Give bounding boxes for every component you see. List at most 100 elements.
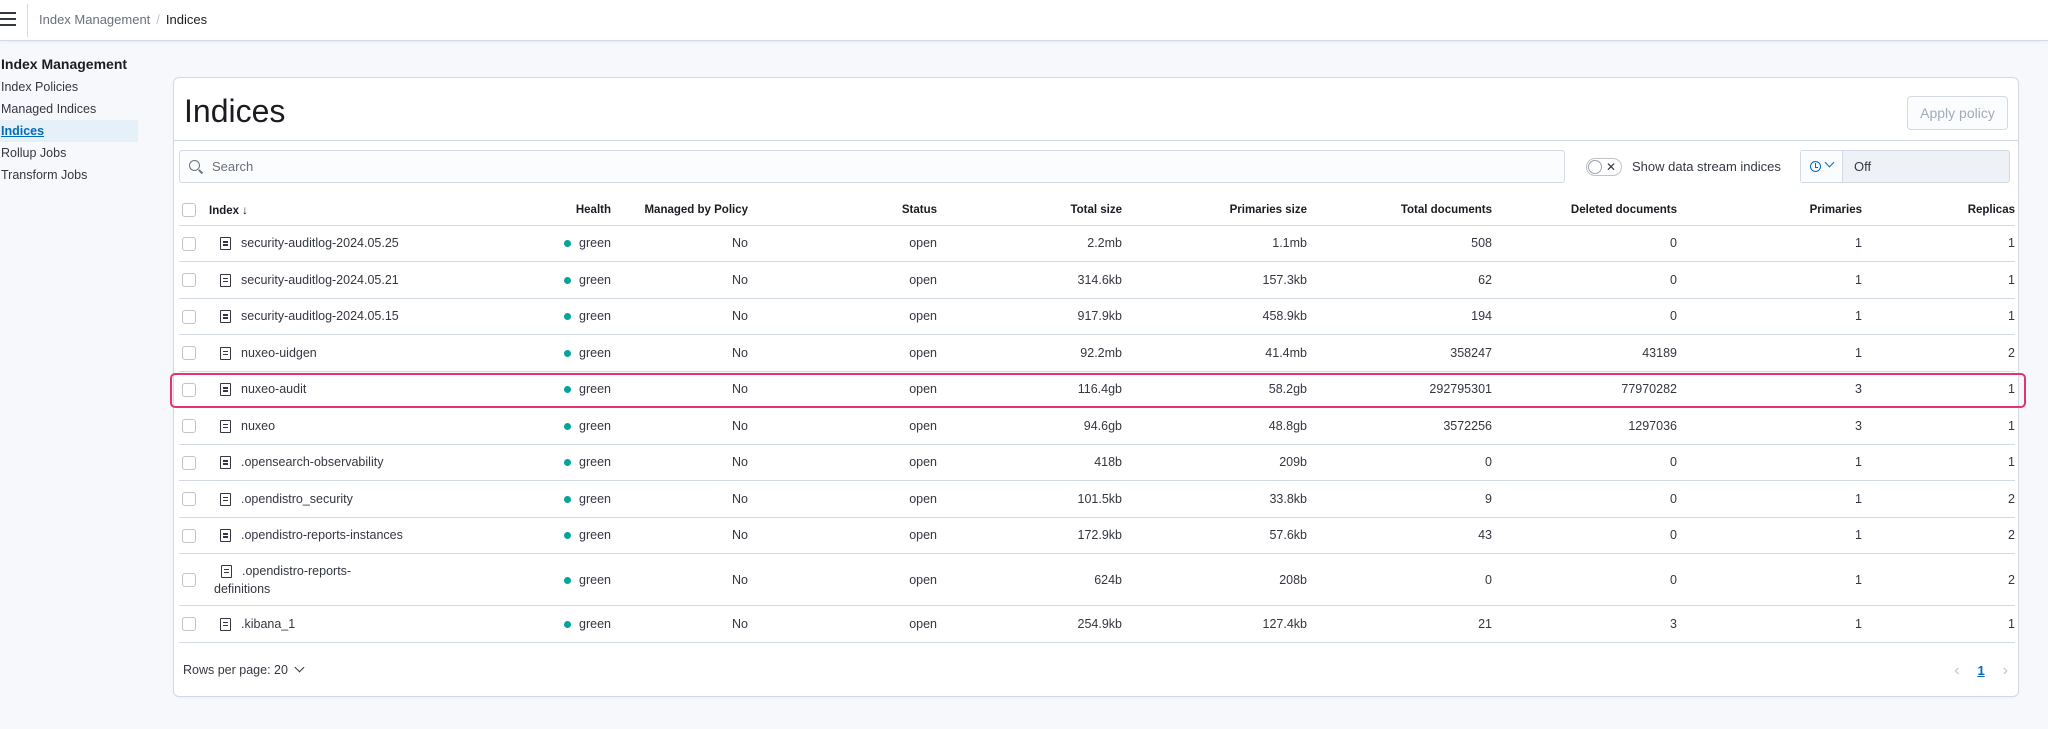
breadcrumb-separator: / xyxy=(156,12,160,27)
health-cell: green xyxy=(507,517,611,554)
total-size-cell: 418b xyxy=(937,444,1122,481)
refresh-interval-value: Off xyxy=(1854,159,1872,174)
deleted-documents-cell: 0 xyxy=(1492,225,1677,262)
sidebar-item-index-policies[interactable]: Index Policies xyxy=(0,76,140,98)
health-label: green xyxy=(579,382,611,397)
index-name-link[interactable]: security-auditlog-2024.05.15 xyxy=(241,309,399,323)
previous-page-icon[interactable]: ‹ xyxy=(1954,662,1959,679)
index-name-link[interactable]: nuxeo-uidgen xyxy=(241,346,317,360)
index-name-link[interactable]: nuxeo xyxy=(241,419,275,433)
replicas-cell: 2 xyxy=(1862,517,2015,554)
breadcrumb-index-management[interactable]: Index Management xyxy=(39,12,150,27)
table-row[interactable]: .opendistro-reports-definitions green No op… xyxy=(179,553,2015,606)
sidebar-title: Index Management xyxy=(1,56,128,72)
document-icon xyxy=(220,419,231,433)
table-row[interactable]: security-auditlog-2024.05.21 green No open 3… xyxy=(179,261,2015,299)
total-size-cell: 92.2mb xyxy=(937,334,1122,372)
primaries-cell: 1 xyxy=(1677,225,1862,262)
document-icon xyxy=(220,273,231,287)
refresh-interval-button[interactable] xyxy=(1801,151,1843,182)
health-label: green xyxy=(579,309,611,324)
index-name-link[interactable]: .opendistro-reports-instances xyxy=(241,528,403,542)
sidebar-item-managed-indices[interactable]: Managed Indices xyxy=(0,98,140,120)
index-name-cell: security-auditlog-2024.05.25 xyxy=(207,225,507,262)
health-status-dot xyxy=(564,349,572,357)
total-size-cell: 172.9kb xyxy=(937,517,1122,554)
table-row[interactable]: .opendistro_security green No open 101.5kb 33… xyxy=(179,480,2015,518)
replicas-cell: 1 xyxy=(1862,444,2015,481)
select-all-checkbox[interactable] xyxy=(182,203,196,218)
column-header-index[interactable]: Index ↓ xyxy=(207,196,467,226)
column-header-primaries-size[interactable]: Primaries size xyxy=(1122,196,1307,226)
health-label: green xyxy=(579,418,611,433)
row-checkbox[interactable] xyxy=(182,572,196,587)
column-header-primaries[interactable]: Primaries xyxy=(1677,196,1862,226)
index-name-link[interactable]: .opendistro_security xyxy=(241,492,353,506)
apply-policy-button[interactable]: Apply policy xyxy=(1907,96,2008,130)
row-checkbox[interactable] xyxy=(182,419,196,434)
row-checkbox[interactable] xyxy=(182,528,196,543)
status-cell: open xyxy=(752,605,937,643)
column-header-managed-by-policy[interactable]: Managed by Policy xyxy=(611,196,752,226)
rows-per-page-selector[interactable]: Rows per page: 20 xyxy=(183,662,305,677)
health-status-dot xyxy=(564,532,572,540)
total-documents-cell: 292795301 xyxy=(1307,371,1492,408)
row-checkbox[interactable] xyxy=(182,617,196,632)
index-name-cell: .opendistro-reports-instances xyxy=(207,517,507,554)
primaries-size-cell: 208b xyxy=(1122,553,1307,606)
table-row[interactable]: security-auditlog-2024.05.25 green No open 2… xyxy=(179,225,2015,262)
indices-panel: Indices Apply policy ✕ Show data stream … xyxy=(173,77,2019,697)
table-row[interactable]: nuxeo green No open 94.6gb 48.8gb 3572256 12970… xyxy=(179,407,2015,445)
row-checkbox[interactable] xyxy=(182,346,196,361)
health-cell: green xyxy=(507,225,611,262)
page-number-button[interactable]: 1 xyxy=(1977,663,1984,678)
health-status-dot xyxy=(564,386,572,394)
row-checkbox[interactable] xyxy=(182,492,196,507)
total-documents-cell: 21 xyxy=(1307,605,1492,643)
sidebar-item-transform-jobs[interactable]: Transform Jobs xyxy=(0,164,140,186)
index-name-link[interactable]: security-auditlog-2024.05.25 xyxy=(241,236,399,250)
sidebar-item-rollup-jobs[interactable]: Rollup Jobs xyxy=(0,142,140,164)
column-header-total-size[interactable]: Total size xyxy=(937,196,1122,226)
column-header-replicas[interactable]: Replicas xyxy=(1862,196,2015,226)
managed-by-policy-cell: No xyxy=(611,261,752,299)
primaries-size-cell: 41.4mb xyxy=(1122,334,1307,372)
replicas-cell: 1 xyxy=(1862,407,2015,445)
row-checkbox[interactable] xyxy=(182,236,196,251)
row-checkbox[interactable] xyxy=(182,455,196,470)
primaries-size-cell: 57.6kb xyxy=(1122,517,1307,554)
row-checkbox[interactable] xyxy=(182,382,196,397)
row-checkbox[interactable] xyxy=(182,309,196,324)
total-documents-cell: 0 xyxy=(1307,553,1492,606)
table-header-row: Index ↓ Health Managed by Policy Status T… xyxy=(179,196,2015,226)
header-divider xyxy=(27,4,28,37)
replicas-cell: 1 xyxy=(1862,298,2015,335)
top-header-bar: Index Management / Indices xyxy=(0,0,2048,41)
search-box xyxy=(179,150,1565,183)
row-checkbox[interactable] xyxy=(182,273,196,288)
column-header-deleted-documents[interactable]: Deleted documents xyxy=(1492,196,1677,226)
primaries-size-cell: 33.8kb xyxy=(1122,480,1307,518)
index-name-link[interactable]: .kibana_1 xyxy=(241,617,295,631)
table-row[interactable]: security-auditlog-2024.05.15 green No open 9… xyxy=(179,298,2015,335)
next-page-icon[interactable]: › xyxy=(2003,662,2008,679)
table-row[interactable]: nuxeo-audit green No open 116.4gb 58.2gb 29279… xyxy=(179,371,2015,408)
pagination: ‹ 1 › xyxy=(1954,662,2008,680)
column-header-total-documents[interactable]: Total documents xyxy=(1307,196,1492,226)
index-name-link[interactable]: nuxeo-audit xyxy=(241,382,306,396)
hamburger-menu-icon[interactable] xyxy=(0,12,16,26)
table-row[interactable]: nuxeo-uidgen green No open 92.2mb 41.4mb 35824… xyxy=(179,334,2015,372)
column-header-status[interactable]: Status xyxy=(752,196,937,226)
index-name-link[interactable]: .opendistro-reports- xyxy=(242,564,351,578)
index-name-link[interactable]: .opensearch-observability xyxy=(241,455,383,469)
sidebar-item-indices[interactable]: Indices xyxy=(0,120,138,142)
data-stream-toggle[interactable]: ✕ xyxy=(1586,158,1622,176)
column-header-health[interactable]: Health xyxy=(507,196,611,226)
table-row[interactable]: .opensearch-observability green No open 418b… xyxy=(179,444,2015,481)
index-name-link-continued[interactable]: definitions xyxy=(214,582,270,596)
table-row[interactable]: .kibana_1 green No open 254.9kb 127.4kb 21 3 1 1 xyxy=(179,605,2015,643)
total-documents-cell: 0 xyxy=(1307,444,1492,481)
search-input[interactable] xyxy=(210,151,1550,182)
index-name-link[interactable]: security-auditlog-2024.05.21 xyxy=(241,273,399,287)
table-row[interactable]: .opendistro-reports-instances green No open… xyxy=(179,517,2015,554)
